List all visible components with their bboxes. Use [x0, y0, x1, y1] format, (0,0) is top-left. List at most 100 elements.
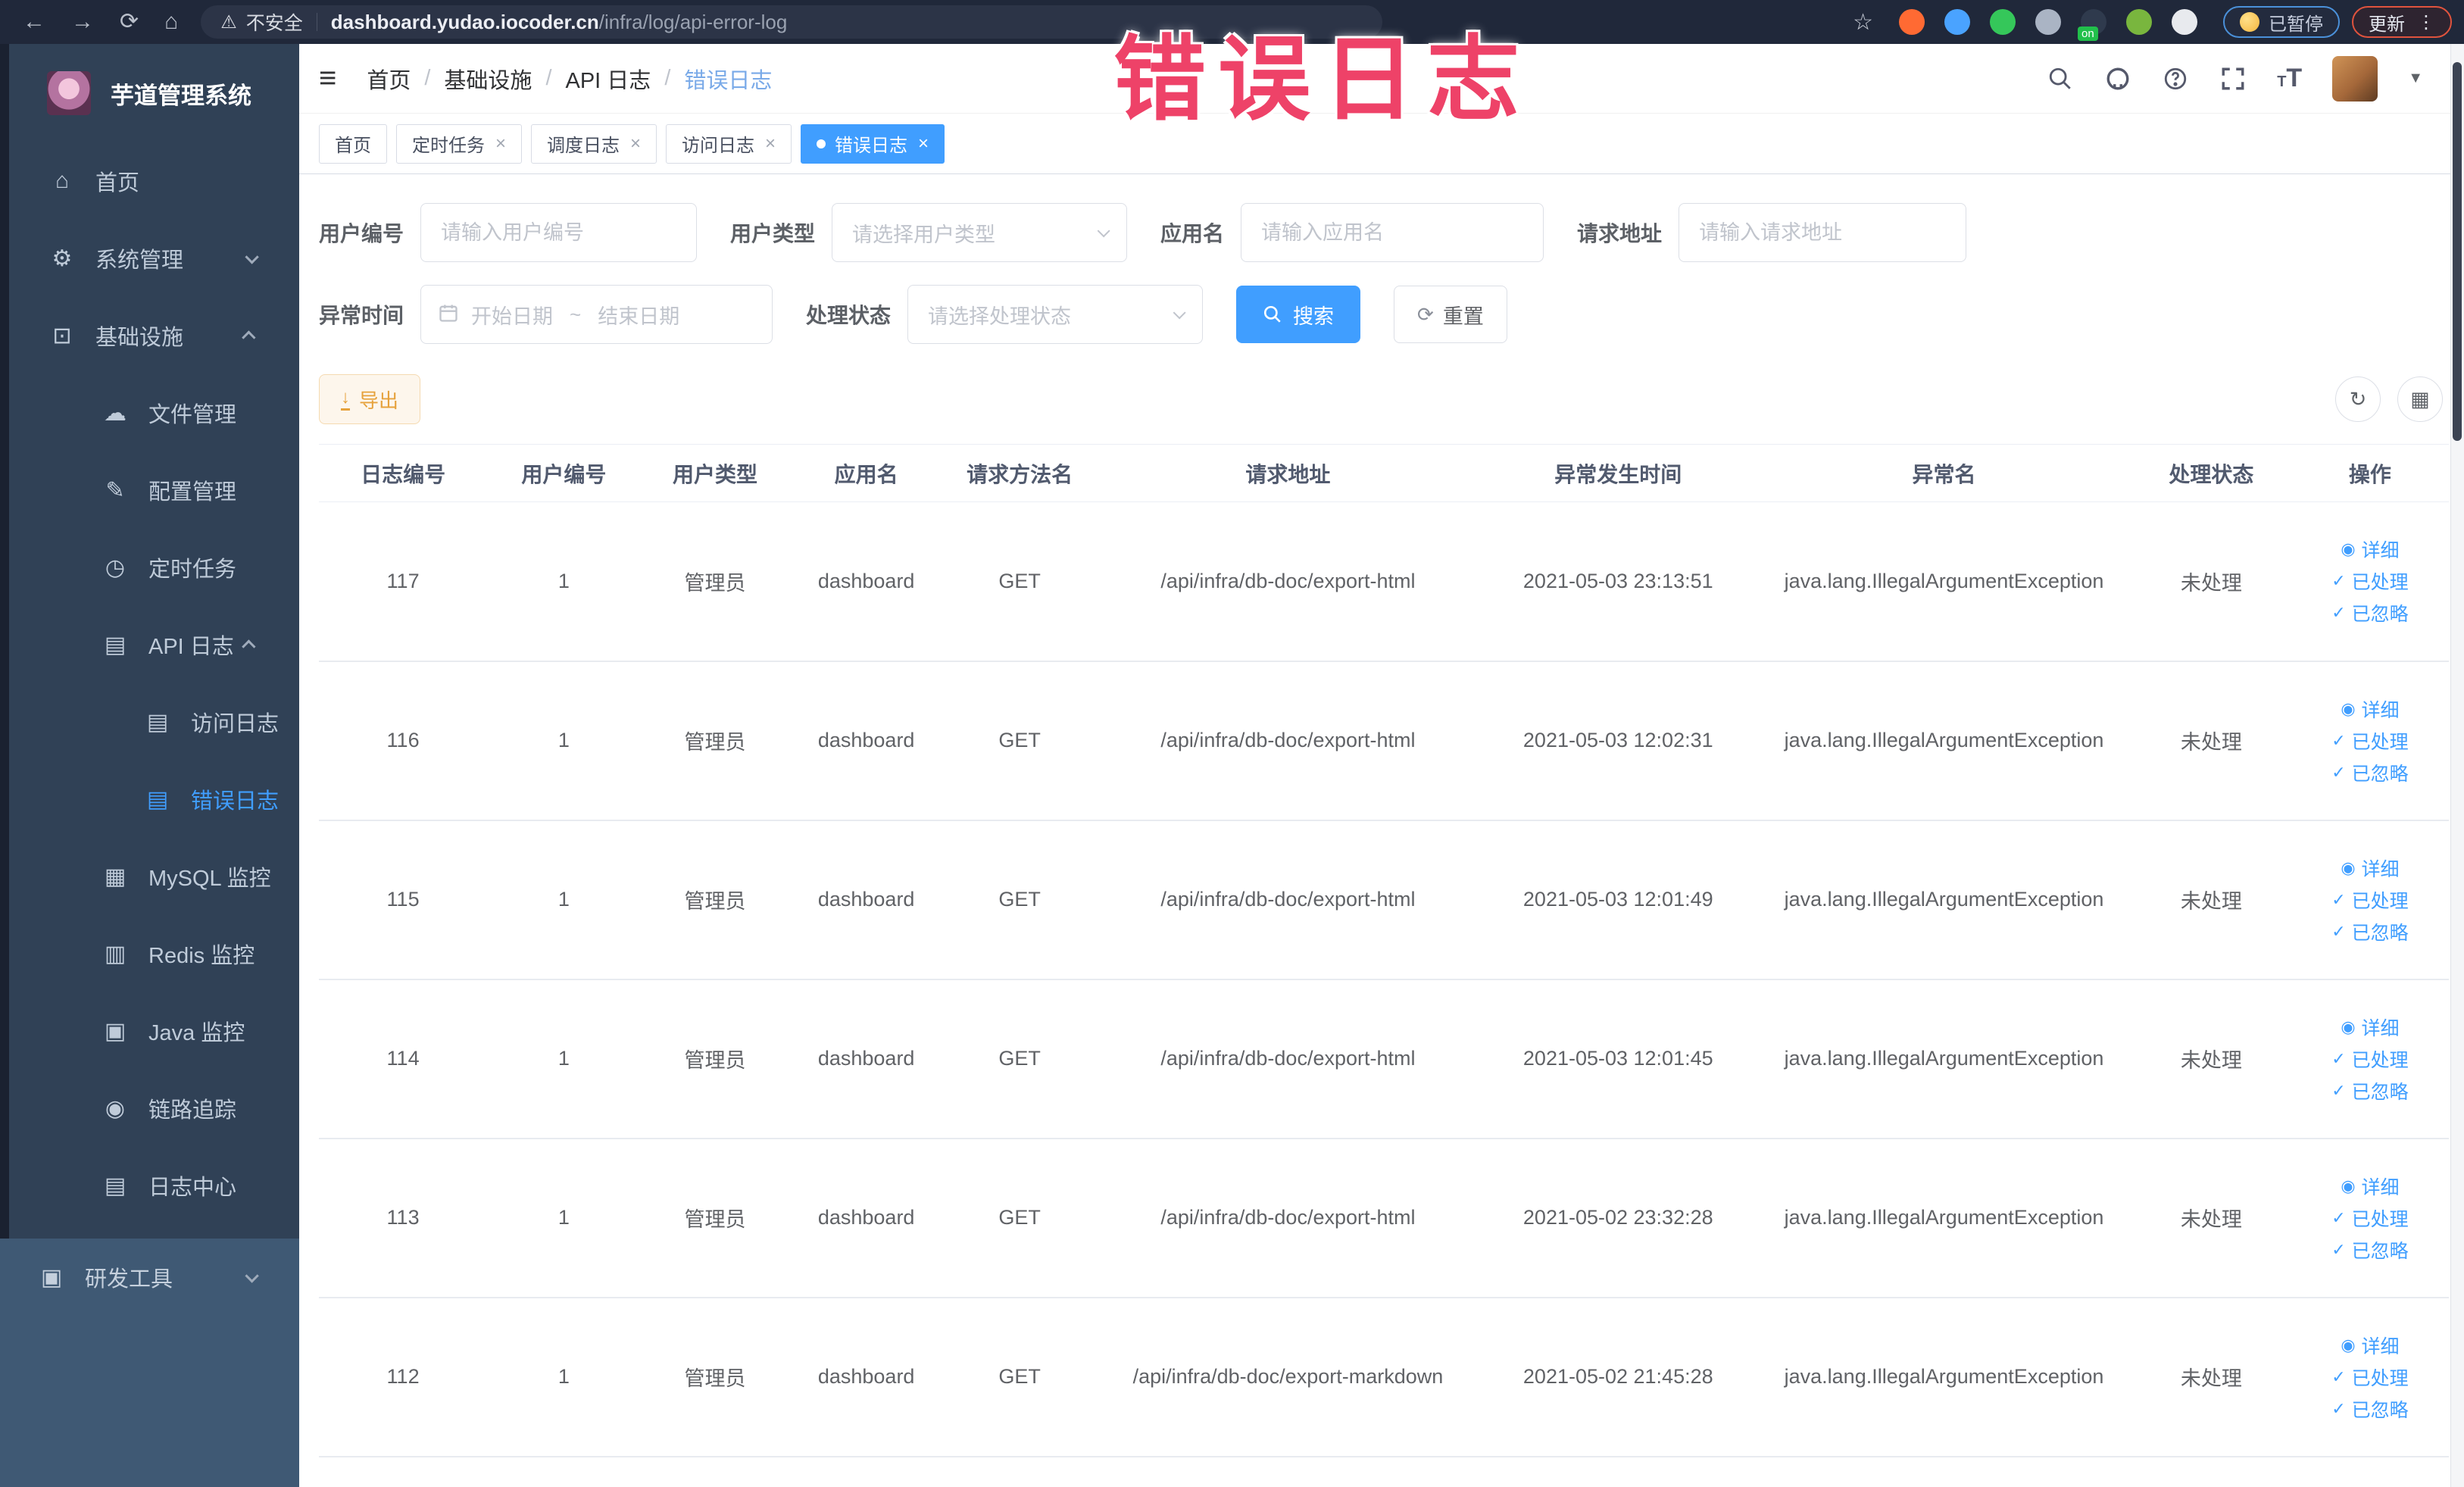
cell-status: 未处理 [2131, 501, 2291, 662]
check-icon: ✓ [2331, 762, 2346, 782]
update-button[interactable]: 更新 ⋮ [2352, 6, 2452, 38]
export-button[interactable]: ↓ 导出 [319, 374, 421, 424]
reset-button[interactable]: ⟳ 重置 [1394, 286, 1507, 343]
puzzle-extension-icon[interactable] [2172, 9, 2197, 35]
action-ignored[interactable]: ✓ 已忽略 [2331, 1395, 2408, 1423]
action-processed[interactable]: ✓ 已处理 [2331, 1045, 2408, 1073]
breadcrumb-item[interactable]: API 日志 [566, 63, 651, 95]
column-header-app: 应用名 [789, 444, 943, 502]
exception-time-label: 异常时间 [319, 304, 404, 327]
font-size-icon[interactable]: TT [2277, 64, 2302, 93]
breadcrumb-separator: / [545, 66, 552, 90]
column-header-method: 请求方法名 [942, 444, 1097, 502]
close-tab-icon[interactable]: × [765, 133, 776, 155]
paused-badge[interactable]: 已暂停 [2223, 6, 2340, 38]
back-icon[interactable]: ← [23, 0, 45, 44]
user-id-input[interactable] [420, 203, 698, 262]
sidebar-item-home[interactable]: ⌂ 首页 [0, 142, 299, 220]
adblock-extension-icon[interactable] [1899, 9, 1925, 35]
process-status-select[interactable]: 请选择处理状态 [907, 285, 1204, 344]
switch-extension-icon[interactable]: on [2078, 9, 2106, 41]
action-ignored[interactable]: ✓ 已忽略 [2331, 759, 2408, 786]
tab-访问日志[interactable]: 访问日志 × [666, 123, 792, 164]
sidebar-item-config-management[interactable]: ✎ 配置管理 [0, 451, 299, 529]
breadcrumb-item[interactable]: 首页 [367, 63, 411, 95]
action-detail[interactable]: ◉ 详细 [2341, 1332, 2399, 1359]
action-processed[interactable]: ✓ 已处理 [2331, 1204, 2408, 1232]
forward-icon[interactable]: → [71, 0, 94, 44]
shield-extension-icon[interactable] [1944, 9, 1970, 35]
sidebar-item-log-center[interactable]: ▤ 日志中心 [0, 1147, 299, 1224]
tab-调度日志[interactable]: 调度日志 × [531, 123, 657, 164]
cell-status: 未处理 [2131, 661, 2291, 821]
action-detail[interactable]: ◉ 详细 [2341, 854, 2399, 882]
close-tab-icon[interactable]: × [918, 133, 929, 155]
sidebar-item-redis-monitor[interactable]: ▥ Redis 监控 [0, 915, 299, 992]
column-header-user_type: 用户类型 [640, 444, 790, 502]
chevron-down-icon[interactable]: ▼ [2408, 70, 2423, 87]
sidebar-item-scheduled-tasks[interactable]: ◷ 定时任务 [0, 529, 299, 606]
github-icon[interactable] [2104, 65, 2131, 92]
action-ignored[interactable]: ✓ 已忽略 [2331, 599, 2408, 626]
sidebar-item-system-management[interactable]: ⚙ 系统管理 [0, 220, 299, 297]
user-type-select[interactable]: 请选择用户类型 [832, 203, 1128, 262]
action-detail[interactable]: ◉ 详细 [2341, 536, 2399, 563]
sidebar-item-label: 定时任务 [148, 558, 237, 582]
tab-label: 错误日志 [835, 136, 908, 156]
action-ignored[interactable]: ✓ 已忽略 [2331, 1236, 2408, 1264]
sidebar-item-dev-tools[interactable]: ▣ 研发工具 [0, 1239, 299, 1316]
action-detail[interactable]: ◉ 详细 [2341, 1173, 2399, 1200]
row-actions: ◉ 详细 ✓ 已处理 ✓ 已忽略 [2291, 1173, 2449, 1264]
sidebar-item-mysql-monitor[interactable]: ▦ MySQL 监控 [0, 838, 299, 915]
help-icon[interactable] [2162, 65, 2189, 92]
cell-app: dashboard [789, 820, 943, 980]
leaf-extension-icon[interactable] [2126, 9, 2152, 35]
breadcrumb-item[interactable]: 基础设施 [444, 63, 532, 95]
cell-user_type: 管理员 [640, 1138, 790, 1298]
reload-icon[interactable]: ⟳ [120, 0, 139, 44]
sidebar-item-infrastructure[interactable]: ⊡ 基础设施 [0, 297, 299, 374]
action-processed[interactable]: ✓ 已处理 [2331, 886, 2408, 914]
grid-extension-icon[interactable] [2035, 9, 2061, 35]
sidebar-item-label: 首页 [95, 171, 140, 195]
breadcrumb-separator: / [424, 66, 431, 90]
tab-定时任务[interactable]: 定时任务 × [396, 123, 523, 164]
search-icon[interactable] [2047, 65, 2074, 92]
column-settings-button[interactable]: ▦ [2397, 376, 2443, 422]
cell-time: 2021-05-02 21:45:28 [1479, 1297, 1757, 1457]
fullscreen-icon[interactable] [2219, 65, 2247, 92]
sidebar-item-api-log[interactable]: ▤ API 日志 [0, 606, 299, 683]
logo-row[interactable]: 芋道管理系统 [0, 44, 299, 142]
action-detail[interactable]: ◉ 详细 [2341, 1014, 2399, 1041]
date-range-picker[interactable]: 开始日期 ~ 结束日期 [420, 285, 773, 344]
java-monitor-icon: ▣ [104, 1018, 126, 1044]
sidebar-item-tracing[interactable]: ◉ 链路追踪 [0, 1070, 299, 1147]
green-v-extension-icon[interactable] [1990, 9, 2016, 35]
bookmark-star-icon[interactable]: ☆ [1853, 9, 1873, 36]
action-processed[interactable]: ✓ 已处理 [2331, 567, 2408, 595]
action-ignored[interactable]: ✓ 已忽略 [2331, 918, 2408, 945]
close-tab-icon[interactable]: × [630, 133, 641, 155]
action-processed[interactable]: ✓ 已处理 [2331, 727, 2408, 754]
sidebar-item-access-log[interactable]: ▤ 访问日志 [0, 683, 299, 761]
request-url-input[interactable] [1679, 203, 1967, 262]
scrollbar-thumb[interactable] [2453, 62, 2462, 441]
tab-首页[interactable]: 首页 [319, 123, 387, 164]
sidebar-item-error-log[interactable]: ▤ 错误日志 [0, 761, 299, 838]
browser-menu-icon[interactable]: ⋮ [2417, 11, 2435, 33]
sidebar-item-java-monitor[interactable]: ▣ Java 监控 [0, 992, 299, 1070]
tab-错误日志[interactable]: 错误日志 × [801, 123, 945, 164]
page-scrollbar[interactable] [2450, 44, 2464, 1487]
collapse-sidebar-icon[interactable]: ≡ [319, 61, 336, 95]
action-detail[interactable]: ◉ 详细 [2341, 695, 2399, 723]
search-button[interactable]: 搜索 [1236, 286, 1361, 343]
avatar[interactable] [2332, 55, 2378, 102]
action-processed[interactable]: ✓ 已处理 [2331, 1364, 2408, 1391]
close-tab-icon[interactable]: × [495, 133, 506, 155]
refresh-table-button[interactable]: ↻ [2335, 376, 2381, 422]
home-icon[interactable]: ⌂ [164, 0, 178, 44]
sidebar-item-file-management[interactable]: ☁ 文件管理 [0, 374, 299, 451]
app-name-input[interactable] [1241, 203, 1544, 262]
user-id-label: 用户编号 [319, 222, 404, 245]
action-ignored[interactable]: ✓ 已忽略 [2331, 1077, 2408, 1104]
